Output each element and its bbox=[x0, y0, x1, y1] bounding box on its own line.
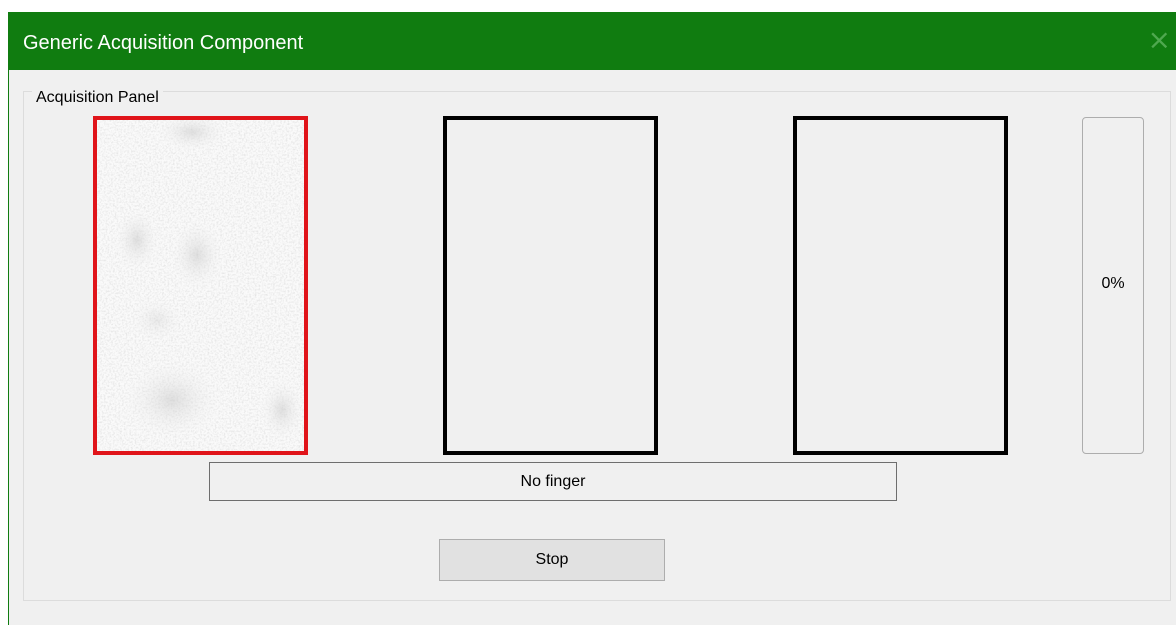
title-bar[interactable]: Generic Acquisition Component × bbox=[9, 12, 1176, 70]
close-button[interactable]: × bbox=[1147, 12, 1176, 70]
acquisition-panel-label: Acquisition Panel bbox=[32, 88, 163, 108]
finger-image-frame-3 bbox=[793, 116, 1008, 455]
quality-progress-box: 0% bbox=[1082, 117, 1144, 454]
stop-button[interactable]: Stop bbox=[439, 539, 665, 581]
progress-percent: 0% bbox=[1101, 275, 1125, 292]
finger-image-frame-2 bbox=[443, 116, 658, 455]
close-icon: × bbox=[1147, 23, 1171, 56]
status-message: No finger bbox=[209, 462, 897, 501]
fingerprint-image bbox=[97, 120, 304, 451]
window-title: Generic Acquisition Component bbox=[23, 32, 304, 54]
finger-image-frame-1 bbox=[93, 116, 308, 455]
